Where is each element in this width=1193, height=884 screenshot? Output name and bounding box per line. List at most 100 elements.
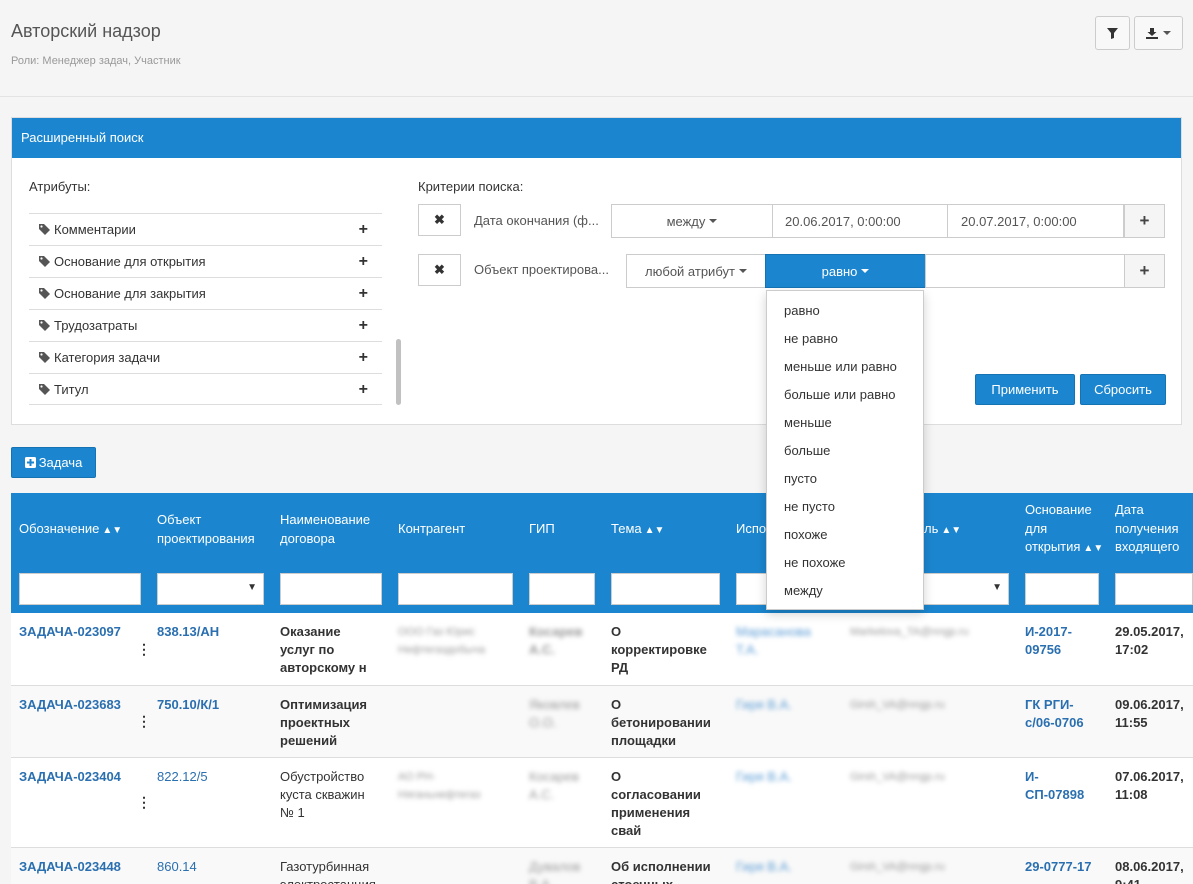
plus-icon[interactable]: + <box>359 318 368 334</box>
column-header-opening-basis[interactable]: Основание для открытия ▲▼ <box>1025 501 1103 559</box>
column-label: Дата <box>1115 502 1144 517</box>
date-from-value: 20.06.2017, 0:00:00 <box>785 213 901 229</box>
email: Markelova_TA@nngp.ru <box>850 626 969 638</box>
attribute-label: Основание для закрытия <box>54 286 206 301</box>
dropdown-option-like[interactable]: похоже <box>784 527 828 542</box>
plus-icon: + <box>1139 261 1150 280</box>
executor[interactable]: Гиря В.А. <box>736 768 792 786</box>
kebab-menu-icon[interactable]: ⋮ <box>137 714 151 728</box>
table-row[interactable]: ЗАДАЧА-023683 ⋮ 750.10/К/1 Оптимизация пр… <box>11 686 1193 758</box>
filter-basis-input[interactable] <box>1025 573 1099 605</box>
remove-criterion-button[interactable]: ✖ <box>418 204 461 236</box>
attribute-item-closing-basis[interactable]: Основание для закрытия + <box>29 277 382 309</box>
filter-object-select[interactable]: ▼ <box>157 573 264 605</box>
column-header-email[interactable]: ль ▲▼ <box>924 520 961 541</box>
email: Girsh_VA@nngp.ru <box>850 771 945 783</box>
attribute-item-comments[interactable]: Комментарии + <box>29 213 382 245</box>
column-header-contract[interactable]: Наименование договора <box>280 511 370 548</box>
plus-icon[interactable]: + <box>359 350 368 366</box>
reset-button[interactable]: Сбросить <box>1080 374 1166 405</box>
column-label: Объект <box>157 512 202 527</box>
contractor: АО РН- Няганьнефтегаз <box>398 768 480 804</box>
filter-date-input[interactable] <box>1115 573 1193 605</box>
attribute-item-title[interactable]: Титул + <box>29 373 382 405</box>
executor[interactable]: Гиря В.А. <box>736 696 792 714</box>
plus-icon[interactable]: + <box>359 286 368 302</box>
plus-icon[interactable]: + <box>359 222 368 238</box>
cell-line: с/06-0706 <box>1025 715 1084 730</box>
task-id-link[interactable]: ЗАДАЧА-023097 <box>19 623 121 641</box>
filter-contract-input[interactable] <box>280 573 382 605</box>
operator-select[interactable]: между <box>611 204 773 238</box>
dropdown-option-not-like[interactable]: не похоже <box>784 555 846 570</box>
filter-topic-input[interactable] <box>611 573 720 605</box>
task-id-link[interactable]: ЗАДАЧА-023404 <box>19 768 121 786</box>
kebab-menu-icon[interactable]: ⋮ <box>137 642 151 656</box>
attribute-item-labor[interactable]: Трудозатраты + <box>29 309 382 341</box>
column-header-object[interactable]: Объект проектирования <box>157 511 255 548</box>
dropdown-option-lte[interactable]: меньше или равно <box>784 359 897 374</box>
dropdown-option-equal[interactable]: равно <box>784 303 820 318</box>
apply-button[interactable]: Применить <box>975 374 1075 405</box>
add-task-button[interactable]: Задача <box>11 447 96 478</box>
filter-email-select[interactable]: ▼ <box>916 573 1009 605</box>
date-to-input[interactable]: 20.07.2017, 0:00:00 <box>947 204 1124 238</box>
object-link[interactable]: 822.12/5 <box>157 768 208 786</box>
column-header-contractor[interactable]: Контрагент <box>398 520 465 539</box>
table-row[interactable]: ЗАДАЧА-023097 ⋮ 838.13/АН Оказание услуг … <box>11 613 1193 686</box>
executor[interactable]: Гиря В.А. <box>736 858 792 876</box>
task-id-link[interactable]: ЗАДАЧА-023683 <box>19 696 121 714</box>
column-header-topic[interactable]: Тема ▲▼ <box>611 520 664 541</box>
criterion-value-input[interactable] <box>925 254 1125 288</box>
dropdown-option-gt[interactable]: больше <box>784 443 830 458</box>
plus-icon: + <box>1139 211 1150 230</box>
attribute-item-task-category[interactable]: Категория задачи + <box>29 341 382 373</box>
dropdown-option-between[interactable]: между <box>784 583 823 598</box>
filter-designation-input[interactable] <box>19 573 141 605</box>
filter-contractor-input[interactable] <box>398 573 513 605</box>
plus-icon[interactable]: + <box>359 254 368 270</box>
table-row[interactable]: ЗАДАЧА-023448 860.14 Газотурбинная электр… <box>11 848 1193 884</box>
column-label: получения <box>1115 520 1179 536</box>
add-criterion-button[interactable]: + <box>1124 254 1165 288</box>
dropdown-option-lt[interactable]: меньше <box>784 415 832 430</box>
date-from-input[interactable]: 20.06.2017, 0:00:00 <box>772 204 948 238</box>
filter-button[interactable] <box>1095 16 1130 50</box>
page-subtitle: Роли: Менеджер задач, Участник <box>11 55 181 67</box>
filter-gip-input[interactable] <box>529 573 595 605</box>
remove-criterion-button[interactable]: ✖ <box>418 254 461 286</box>
executor[interactable]: Марасанова Т.А. <box>736 623 811 659</box>
cell-line: Няганьнефтегаз <box>398 789 481 801</box>
column-header-date[interactable]: Дата получения входящего <box>1115 501 1179 557</box>
kebab-menu-icon[interactable]: ⋮ <box>137 795 151 809</box>
export-button[interactable] <box>1134 16 1183 50</box>
column-header-executor[interactable]: Испо <box>736 520 766 539</box>
table-row[interactable]: ЗАДАЧА-023404 ⋮ 822.12/5 Обустройство кус… <box>11 758 1193 848</box>
close-icon: ✖ <box>434 262 445 277</box>
close-icon: ✖ <box>434 212 445 227</box>
scope-select[interactable]: любой атрибут <box>626 254 766 288</box>
cell-line: В.А. <box>529 876 580 884</box>
object-link[interactable]: 860.14 <box>157 858 197 876</box>
basis-link[interactable]: 29-0777-17 <box>1025 858 1092 876</box>
column-label: Тема <box>611 521 642 536</box>
dropdown-option-empty[interactable]: пусто <box>784 471 817 486</box>
dropdown-option-gte[interactable]: больше или равно <box>784 387 896 402</box>
attribute-item-opening-basis[interactable]: Основание для открытия + <box>29 245 382 277</box>
object-link[interactable]: 838.13/АН <box>157 623 219 641</box>
column-header-designation[interactable]: Обозначение ▲▼ <box>19 520 122 541</box>
basis-link[interactable]: И- СП-07898 <box>1025 768 1084 804</box>
object-link[interactable]: 750.10/К/1 <box>157 696 219 714</box>
attributes-scrollbar[interactable] <box>396 339 401 405</box>
dropdown-option-not-empty[interactable]: не пусто <box>784 499 835 514</box>
basis-link[interactable]: ГК РГИ-с/06-0706 <box>1025 696 1084 732</box>
task-id-link[interactable]: ЗАДАЧА-023448 <box>19 858 121 876</box>
column-header-gip[interactable]: ГИП <box>529 520 555 539</box>
basis-link[interactable]: И-2017- 09756 <box>1025 623 1072 659</box>
dropdown-option-not-equal[interactable]: не равно <box>784 331 838 346</box>
received-date: 29.05.2017, 17:02 <box>1115 623 1184 659</box>
operator-select-open[interactable]: равно <box>765 254 926 288</box>
add-criterion-button[interactable]: + <box>1124 204 1165 238</box>
cell-line: О.О. <box>529 715 557 730</box>
plus-icon[interactable]: + <box>359 382 368 398</box>
